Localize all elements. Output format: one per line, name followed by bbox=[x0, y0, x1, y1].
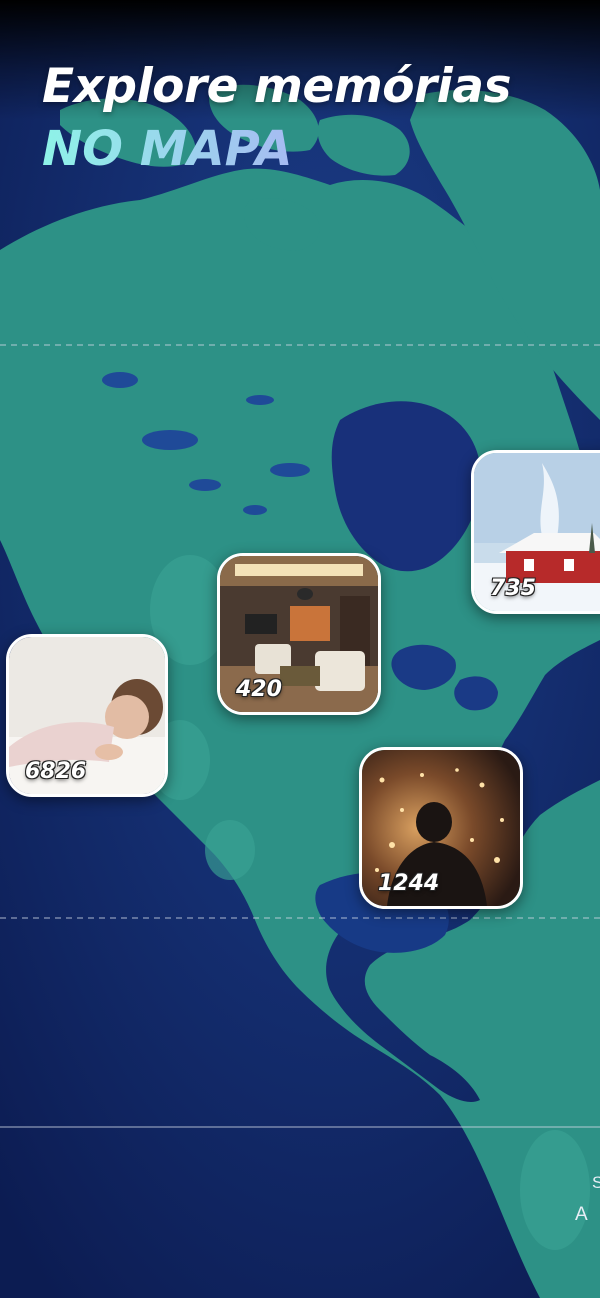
pin-count: 735 bbox=[490, 576, 536, 601]
map-edge-label: A bbox=[575, 1204, 588, 1225]
pin-count: 6826 bbox=[25, 759, 87, 784]
page-title: Explore memórias bbox=[42, 59, 511, 114]
app-screen: Explore memórias NO MAPA 735 420 6826 12… bbox=[0, 0, 600, 1298]
headline: Explore memórias NO MAPA bbox=[42, 58, 511, 178]
memory-pin-snow-house[interactable]: 735 bbox=[471, 450, 600, 614]
memory-pin-fireworks[interactable]: 1244 bbox=[359, 747, 523, 909]
pin-count: 420 bbox=[236, 677, 282, 702]
memory-pin-baby[interactable]: 6826 bbox=[6, 634, 168, 797]
pin-count: 1244 bbox=[378, 871, 440, 896]
page-subtitle: NO MAPA bbox=[42, 121, 511, 179]
map-edge-label: S bbox=[592, 1173, 600, 1192]
memory-pin-living-room[interactable]: 420 bbox=[217, 553, 381, 715]
